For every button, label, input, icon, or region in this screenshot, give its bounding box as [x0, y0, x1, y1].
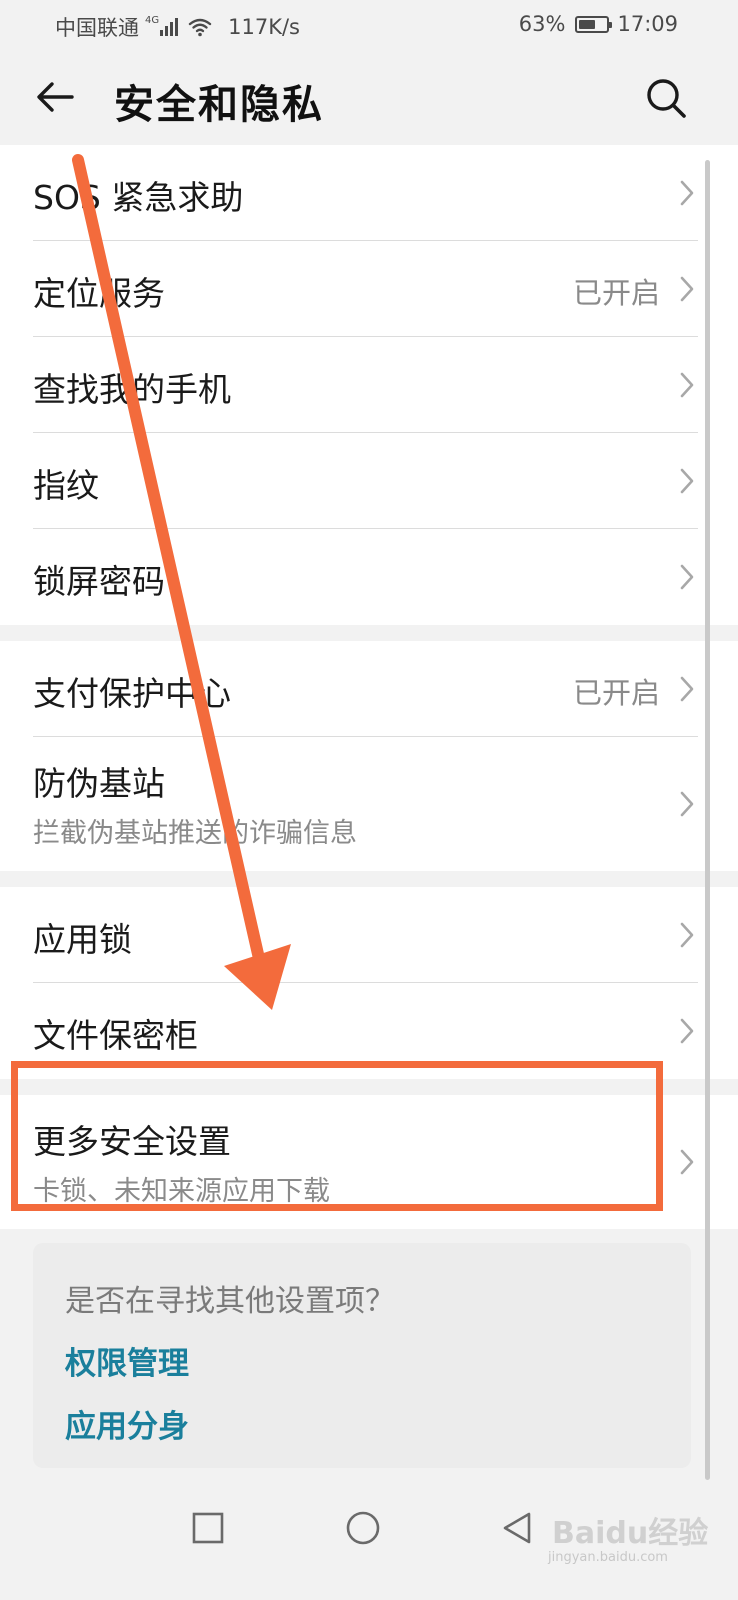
settings-item-subtitle: 拦截伪基站推送的诈骗信息 — [33, 818, 357, 849]
settings-item[interactable]: 指纹 — [33, 433, 698, 529]
chevron-right-icon — [680, 676, 694, 702]
chevron-right-icon — [680, 468, 694, 494]
settings-item-subtitle: 卡锁、未知来源应用下载 — [33, 1176, 330, 1207]
settings-item-title: 应用锁 — [33, 920, 132, 959]
network-speed: 117K/s — [228, 15, 300, 39]
watermark-url: jingyan.baidu.com — [548, 1550, 668, 1565]
settings-item-title: 更多安全设置 — [33, 1122, 231, 1161]
battery-level-fill — [579, 19, 596, 29]
chevron-right-icon — [680, 1149, 694, 1175]
chevron-right-icon — [680, 1018, 694, 1044]
settings-item-title: 锁屏密码 — [33, 562, 165, 601]
back-triangle-icon[interactable] — [497, 1508, 537, 1548]
chevron-right-icon — [680, 564, 694, 590]
settings-group: 更多安全设置卡锁、未知来源应用下载 — [0, 1095, 738, 1229]
settings-item-title: 查找我的手机 — [33, 370, 231, 409]
settings-item[interactable]: 防伪基站拦截伪基站推送的诈骗信息 — [33, 737, 698, 871]
cell-signal-icon — [160, 18, 180, 36]
clock: 17:09 — [617, 12, 678, 36]
settings-group: SOS 紧急求助 定位服务 已开启查找我的手机 指纹锁屏密码 — [0, 145, 738, 625]
settings-group: 应用锁 文件保密柜 — [0, 887, 738, 1079]
settings-item[interactable]: SOS 紧急求助 — [33, 145, 698, 241]
home-icon[interactable] — [343, 1508, 383, 1548]
suggestion-link-permissions[interactable]: 权限管理 — [65, 1338, 189, 1383]
settings-groups: SOS 紧急求助 定位服务 已开启 查找我的手机 指纹 锁屏密码 支付保护中心 已开启 防伪基站… — [0, 145, 738, 1229]
chevron-right-icon — [680, 791, 694, 817]
settings-item-value: 已开启 — [572, 276, 660, 310]
suggestion-title: 是否在寻找其他设置项？ — [65, 1284, 395, 1319]
network-type-badge: 4G — [145, 14, 160, 26]
arrow-left-icon[interactable] — [30, 72, 80, 122]
settings-item[interactable]: 锁屏密码 — [33, 529, 698, 625]
battery-percent: 63% — [518, 12, 566, 36]
settings-item-title: 指纹 — [33, 466, 99, 505]
recent-apps-icon[interactable] — [188, 1508, 228, 1548]
settings-item-title: SOS 紧急求助 — [33, 178, 244, 217]
status-right: 63% 17:09 — [519, 12, 678, 36]
chevron-right-icon — [680, 372, 694, 398]
app-header: 安全和隐私 — [0, 50, 738, 145]
settings-item-title: 文件保密柜 — [33, 1016, 198, 1055]
settings-item[interactable]: 文件保密柜 — [33, 983, 698, 1079]
battery-icon — [575, 15, 613, 33]
settings-item-title: 定位服务 — [33, 274, 165, 313]
scrollbar[interactable] — [705, 160, 710, 1480]
page-title: 安全和隐私 — [114, 82, 324, 128]
wifi-icon — [188, 18, 212, 37]
settings-item-title: 防伪基站 — [33, 764, 165, 803]
settings-item[interactable]: 支付保护中心 已开启 — [33, 641, 698, 737]
settings-item[interactable]: 定位服务 已开启 — [33, 241, 698, 337]
suggestion-card: 是否在寻找其他设置项？ 权限管理 应用分身 — [33, 1243, 691, 1468]
watermark-logo: Baidu经验 — [552, 1516, 709, 1551]
settings-group: 支付保护中心 已开启防伪基站拦截伪基站推送的诈骗信息 — [0, 641, 738, 871]
status-bar: 中国联通 4G 117K/s 63% 17:09 — [0, 0, 738, 50]
carrier-name: 中国联通 — [55, 16, 139, 40]
search-icon[interactable] — [640, 72, 692, 124]
settings-item[interactable]: 更多安全设置卡锁、未知来源应用下载 — [33, 1095, 698, 1229]
settings-item[interactable]: 查找我的手机 — [33, 337, 698, 433]
status-left: 中国联通 4G 117K/s — [55, 12, 300, 42]
chevron-right-icon — [680, 922, 694, 948]
suggestion-link-app-twin[interactable]: 应用分身 — [65, 1401, 189, 1446]
chevron-right-icon — [680, 180, 694, 206]
settings-item[interactable]: 应用锁 — [33, 887, 698, 983]
chevron-right-icon — [680, 276, 694, 302]
settings-list: SOS 紧急求助 定位服务 已开启 查找我的手机 指纹 锁屏密码 支付保护中心 已开启 防伪基站… — [0, 145, 738, 1490]
settings-item-value: 已开启 — [572, 676, 660, 710]
settings-item-title: 支付保护中心 — [33, 674, 231, 713]
